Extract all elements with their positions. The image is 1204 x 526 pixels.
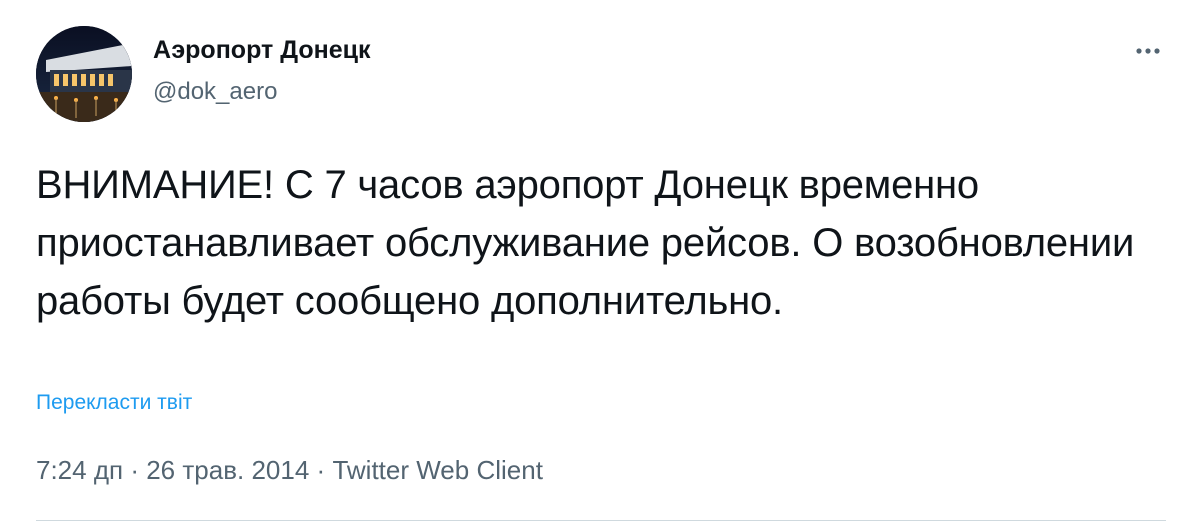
tweet-time[interactable]: 7:24 дп — [36, 455, 123, 485]
author-display-name[interactable]: Аэропорт Донецк — [153, 36, 370, 65]
tweet-text: ВНИМАНИЕ! С 7 часов аэропорт Донецк врем… — [36, 163, 1135, 323]
meta-separator: · — [316, 455, 326, 485]
more-options-button[interactable] — [1128, 36, 1168, 66]
tweet-date[interactable]: 26 трав. 2014 — [146, 455, 309, 485]
tweet-source[interactable]: Twitter Web Client — [332, 455, 542, 485]
translate-tweet-link[interactable]: Перекласти твіт — [36, 391, 192, 415]
avatar[interactable] — [36, 26, 132, 122]
more-horizontal-icon — [1135, 42, 1161, 60]
meta-separator: · — [130, 455, 139, 485]
tweet-metadata: 7:24 дп · 26 трав. 2014 · Twitter Web Cl… — [36, 455, 543, 486]
divider — [36, 520, 1166, 521]
author-handle[interactable]: @dok_aero — [153, 78, 277, 106]
